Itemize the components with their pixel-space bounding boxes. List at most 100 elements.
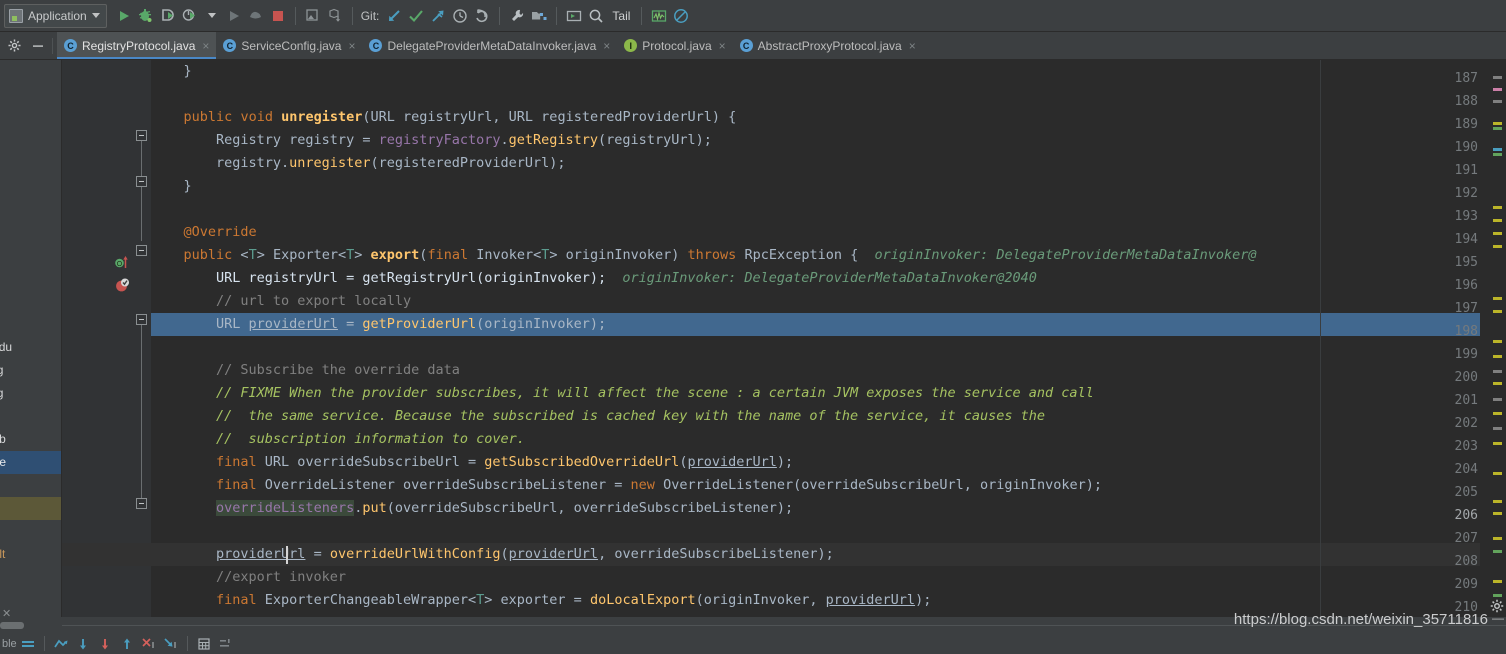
terminal-button[interactable] — [563, 5, 585, 27]
code-line[interactable]: overrideListeners.put(overrideSubscribeU… — [151, 497, 1257, 520]
layout-settings-button[interactable] — [215, 634, 237, 654]
code-line[interactable]: // url to export locally — [151, 290, 1257, 313]
project-tree-item[interactable] — [0, 474, 61, 497]
attach-debugger-button[interactable] — [245, 5, 267, 27]
project-tree-item[interactable] — [0, 497, 61, 520]
editor-tab-2[interactable]: C DelegateProviderMetaDataInvoker.java × — [362, 32, 617, 59]
code-line[interactable]: // the same service. Because the subscri… — [151, 405, 1257, 428]
project-tree-item[interactable] — [0, 83, 61, 106]
stripe-marker[interactable] — [1493, 427, 1502, 430]
stripe-marker[interactable] — [1493, 245, 1502, 248]
tab-close-icon[interactable]: × — [202, 40, 209, 52]
git-rollback-button[interactable] — [471, 5, 493, 27]
stripe-marker[interactable] — [1493, 382, 1502, 385]
debug-button[interactable] — [135, 5, 157, 27]
monitor-button[interactable] — [648, 5, 670, 27]
fold-marker[interactable] — [136, 176, 147, 187]
code-line[interactable] — [151, 336, 1257, 359]
code-line[interactable]: } — [151, 60, 1257, 83]
project-tree-item[interactable] — [0, 175, 61, 198]
stripe-marker[interactable] — [1493, 355, 1502, 358]
git-update-button[interactable] — [383, 5, 405, 27]
stripe-marker[interactable] — [1493, 580, 1502, 583]
code-line[interactable]: final URL overrideSubscribeUrl = getSubs… — [151, 451, 1257, 474]
code-line[interactable]: final ExporterChangeableWrapper<T> expor… — [151, 589, 1257, 612]
step-into-button[interactable] — [94, 634, 116, 654]
fold-marker[interactable] — [136, 245, 147, 256]
code-line[interactable]: final OverrideListener overrideSubscribe… — [151, 474, 1257, 497]
fold-marker[interactable] — [136, 130, 147, 141]
build-button[interactable] — [324, 5, 346, 27]
code-line[interactable]: //export invoker — [151, 566, 1257, 589]
code-line[interactable]: public void unregister(URL registryUrl, … — [151, 106, 1257, 129]
stripe-marker[interactable] — [1493, 512, 1502, 515]
git-push-button[interactable] — [427, 5, 449, 27]
code-line[interactable]: URL providerUrl = getProviderUrl(originI… — [151, 313, 1257, 336]
stripe-marker[interactable] — [1493, 232, 1502, 235]
stripe-marker[interactable] — [1493, 537, 1502, 540]
fold-marker[interactable] — [136, 314, 147, 325]
project-tree-item[interactable]: y-api — [0, 198, 61, 221]
project-tree-item[interactable] — [0, 566, 61, 589]
code-line[interactable]: public <T> Exporter<T> export(final Invo… — [151, 244, 1257, 267]
stripe-marker[interactable] — [1493, 442, 1502, 445]
close-icon[interactable]: ✕ — [2, 607, 11, 620]
force-step-into-button[interactable] — [138, 634, 160, 654]
project-tree-item[interactable]: DubboReg — [0, 382, 61, 405]
project-tree-item[interactable]: g.apache.du — [0, 336, 61, 359]
code-line[interactable] — [151, 520, 1257, 543]
project-tree-item[interactable]: DubboReg — [0, 359, 61, 382]
project-tree-item[interactable]: on — [0, 60, 61, 83]
code-line[interactable] — [151, 83, 1257, 106]
stripe-marker[interactable] — [1493, 550, 1502, 553]
stripe-marker[interactable] — [1493, 310, 1502, 313]
mute-breakpoints-button[interactable] — [670, 5, 692, 27]
run-button[interactable] — [113, 5, 135, 27]
tail-button[interactable]: Tail — [607, 5, 635, 27]
git-commit-button[interactable] — [405, 5, 427, 27]
project-tree-item[interactable]: -report — [0, 106, 61, 129]
tab-close-icon[interactable]: × — [348, 40, 355, 52]
code-line[interactable]: providerUrl = overrideUrlWithConfig(prov… — [151, 543, 1257, 566]
stripe-marker[interactable] — [1493, 412, 1502, 415]
stripe-marker[interactable] — [1493, 100, 1502, 103]
override-method-icon[interactable]: O — [114, 254, 130, 270]
project-tree-item[interactable] — [0, 152, 61, 175]
open-project-button[interactable] — [302, 5, 324, 27]
code-line[interactable]: @Override — [151, 221, 1257, 244]
project-tree-item[interactable] — [0, 267, 61, 290]
project-tree[interactable]: on -report y-apiy-consuly-default g.apac… — [0, 60, 61, 617]
step-out-button[interactable] — [116, 634, 138, 654]
search-everywhere-button[interactable] — [585, 5, 607, 27]
code-line[interactable]: URL registryUrl = getRegistryUrl(originI… — [151, 267, 1257, 290]
code-editor[interactable]: 187 188 189 190 191 192 193 194 195 196 197 198 199 2… — [62, 60, 1506, 617]
code-line[interactable] — [151, 198, 1257, 221]
project-tree-item[interactable]: stry-default — [0, 543, 61, 566]
project-tree-item[interactable]: TA-INF.dub — [0, 428, 61, 451]
project-tree-item[interactable] — [0, 290, 61, 313]
stripe-marker[interactable] — [1493, 472, 1502, 475]
project-tree-item[interactable]: rces — [0, 405, 61, 428]
evaluate-expression-button[interactable] — [193, 634, 215, 654]
project-tree-item[interactable] — [0, 129, 61, 152]
minimize-icon[interactable]: — — [1492, 611, 1504, 625]
mute-breakpoints-toggle[interactable] — [17, 634, 39, 654]
stripe-marker[interactable] — [1493, 398, 1502, 401]
stripe-marker[interactable] — [1493, 594, 1502, 597]
tab-minimize-button[interactable] — [28, 36, 48, 56]
stripe-marker[interactable] — [1493, 88, 1502, 91]
run-with-coverage-button[interactable] — [157, 5, 179, 27]
code-line[interactable]: Registry registry = registryFactory.getR… — [151, 129, 1257, 152]
editor-tab-0[interactable]: C RegistryProtocol.java × — [57, 32, 217, 59]
breakpoint-verified-icon[interactable] — [114, 277, 130, 293]
project-structure-button[interactable] — [528, 5, 550, 27]
project-tool-window[interactable]: on -report y-apiy-consuly-default g.apac… — [0, 60, 62, 617]
tab-close-icon[interactable]: × — [603, 40, 610, 52]
tab-close-icon[interactable]: × — [719, 40, 726, 52]
stripe-marker[interactable] — [1493, 219, 1502, 222]
fold-marker[interactable] — [136, 498, 147, 509]
editor-tab-4[interactable]: C AbstractProxyProtocol.java × — [733, 32, 923, 59]
stripe-marker[interactable] — [1493, 127, 1502, 130]
code-line[interactable]: // FIXME When the provider subscribes, i… — [151, 382, 1257, 405]
code-line[interactable]: // subscription information to cover. — [151, 428, 1257, 451]
